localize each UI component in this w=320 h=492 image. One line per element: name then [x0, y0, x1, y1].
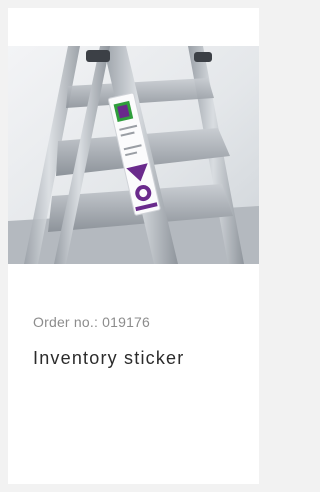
order-number: Order no.: 019176: [33, 314, 151, 330]
product-image[interactable]: [8, 46, 259, 264]
ladder-photo-illustration: [8, 46, 259, 264]
product-title[interactable]: Inventory sticker: [33, 348, 184, 369]
product-card[interactable]: Order no.: 019176 Inventory sticker: [8, 8, 259, 484]
